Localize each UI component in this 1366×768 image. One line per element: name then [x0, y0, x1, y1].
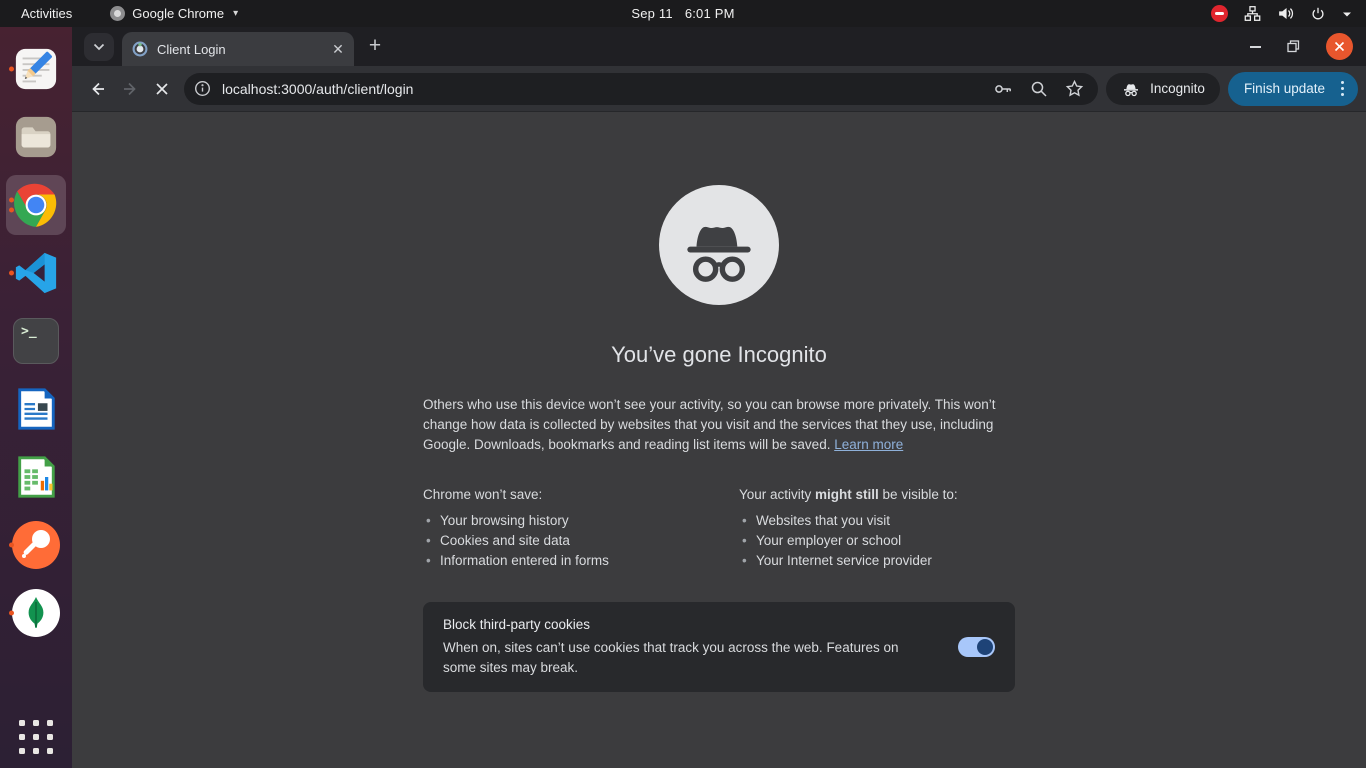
clock-time: 6:01 PM: [685, 6, 735, 21]
dock-item-libreoffice-calc[interactable]: [6, 447, 66, 507]
visible-to-column: Your activity might still be visible to:…: [739, 487, 1015, 571]
writer-icon: [13, 386, 59, 432]
password-key-icon[interactable]: [993, 79, 1013, 99]
gnome-top-bar: Activities Google Chrome ▾ Sep 116:01 PM: [0, 0, 1366, 27]
new-tab-button[interactable]: +: [361, 32, 389, 60]
mongodb-icon: [12, 589, 60, 637]
calc-icon: [13, 454, 59, 500]
info-icon: [194, 80, 211, 97]
dock-item-files[interactable]: [6, 107, 66, 167]
running-indicator: [9, 543, 14, 548]
tab-strip: Client Login ✕ +: [72, 27, 1366, 66]
vscode-icon: [13, 250, 59, 296]
minimize-button[interactable]: [1250, 46, 1261, 48]
incognito-hat-glasses-icon: [669, 195, 769, 295]
learn-more-link[interactable]: Learn more: [834, 437, 903, 452]
block-cookies-toggle[interactable]: [958, 637, 995, 657]
cookie-card-title: Block third-party cookies: [443, 615, 928, 635]
back-arrow-icon: [89, 80, 107, 98]
tab-close-button[interactable]: ✕: [328, 39, 348, 59]
dock-item-postman[interactable]: [6, 515, 66, 575]
visible-to-list: Websites that you visit Your employer or…: [739, 511, 1015, 571]
url-text[interactable]: localhost:3000/auth/client/login: [222, 81, 993, 97]
ubuntu-dock: >_: [0, 27, 72, 768]
page-title: You’ve gone Incognito: [423, 342, 1015, 368]
forward-arrow-icon: [121, 80, 139, 98]
browser-toolbar: localhost:3000/auth/client/login Incogni…: [72, 66, 1366, 112]
page-description: Others who use this device won’t see you…: [423, 395, 1015, 455]
clock[interactable]: Sep 11 6:01 PM: [0, 6, 1366, 21]
dock-item-mongodb-compass[interactable]: [6, 583, 66, 643]
terminal-icon: >_: [13, 318, 59, 364]
menu-three-dots-icon[interactable]: [1335, 75, 1350, 102]
text-editor-icon: [13, 46, 59, 92]
list-item: Cookies and site data: [423, 531, 739, 551]
finish-update-label: Finish update: [1244, 81, 1325, 96]
heading-post: be visible to:: [879, 487, 958, 502]
wont-save-heading: Chrome won’t save:: [423, 487, 739, 502]
forward-button[interactable]: [114, 73, 146, 105]
caret-down-icon: [1342, 10, 1352, 18]
list-item: Information entered in forms: [423, 551, 739, 571]
chrome-window: Client Login ✕ + localhost:3000/auth/cli…: [72, 27, 1366, 768]
toggle-knob: [977, 639, 993, 655]
site-info-button[interactable]: [189, 76, 215, 102]
heading-bold: might still: [815, 487, 879, 502]
omnibox-trailing-icons: [993, 79, 1084, 99]
chevron-down-icon: [93, 43, 105, 51]
stop-x-icon: [155, 82, 169, 96]
list-item: Your browsing history: [423, 511, 739, 531]
tab-favicon: [132, 41, 148, 57]
volume-icon: [1277, 5, 1294, 22]
network-icon: [1244, 5, 1261, 22]
finish-update-button[interactable]: Finish update: [1228, 72, 1358, 106]
incognito-badge-label: Incognito: [1150, 81, 1205, 96]
dock-item-vscode[interactable]: [6, 243, 66, 303]
dock-item-terminal[interactable]: >_: [6, 311, 66, 371]
window-controls: [1250, 27, 1366, 66]
tab-client-login[interactable]: Client Login ✕: [122, 32, 354, 66]
third-party-cookies-card: Block third-party cookies When on, sites…: [423, 602, 1015, 692]
wont-save-list: Your browsing history Cookies and site d…: [423, 511, 739, 571]
dock-item-libreoffice-writer[interactable]: [6, 379, 66, 439]
postman-icon: [12, 521, 60, 569]
restore-button[interactable]: [1287, 40, 1300, 53]
cookie-card-description: When on, sites can’t use cookies that tr…: [443, 638, 928, 678]
system-tray[interactable]: [1211, 5, 1366, 22]
incognito-new-tab-page: You’ve gone Incognito Others who use thi…: [72, 112, 1366, 768]
power-icon: [1310, 6, 1326, 22]
tab-search-button[interactable]: [84, 33, 114, 61]
chrome-icon: [12, 181, 60, 229]
incognito-icon: [1121, 81, 1141, 97]
clock-date: Sep 11: [631, 6, 672, 21]
dock-item-text-editor[interactable]: [6, 39, 66, 99]
description-text: Others who use this device won’t see you…: [423, 397, 996, 452]
close-icon: [1334, 41, 1345, 52]
incognito-avatar: [659, 185, 779, 305]
back-button[interactable]: [82, 73, 114, 105]
visible-to-heading: Your activity might still be visible to:: [739, 487, 1015, 502]
list-item: Your employer or school: [739, 531, 1015, 551]
cookie-card-text: Block third-party cookies When on, sites…: [443, 615, 958, 678]
tab-title: Client Login: [157, 42, 328, 57]
files-icon: [13, 114, 59, 160]
do-not-disturb-icon: [1211, 5, 1228, 22]
heading-pre: Your activity: [739, 487, 815, 502]
show-applications-button[interactable]: [19, 720, 53, 754]
bookmark-star-icon[interactable]: [1065, 79, 1084, 98]
incognito-badge: Incognito: [1106, 73, 1220, 105]
omnibox[interactable]: localhost:3000/auth/client/login: [184, 73, 1098, 105]
close-button[interactable]: [1326, 33, 1353, 60]
running-indicator: [9, 611, 14, 616]
running-indicator: [9, 67, 14, 72]
stop-loading-button[interactable]: [146, 73, 178, 105]
running-indicator: [9, 198, 14, 213]
dock-item-google-chrome[interactable]: [6, 175, 66, 235]
running-indicator: [9, 271, 14, 276]
list-item: Websites that you visit: [739, 511, 1015, 531]
wont-save-column: Chrome won’t save: Your browsing history…: [423, 487, 739, 571]
info-columns: Chrome won’t save: Your browsing history…: [423, 487, 1015, 571]
list-item: Your Internet service provider: [739, 551, 1015, 571]
zoom-magnifier-icon[interactable]: [1030, 80, 1048, 98]
